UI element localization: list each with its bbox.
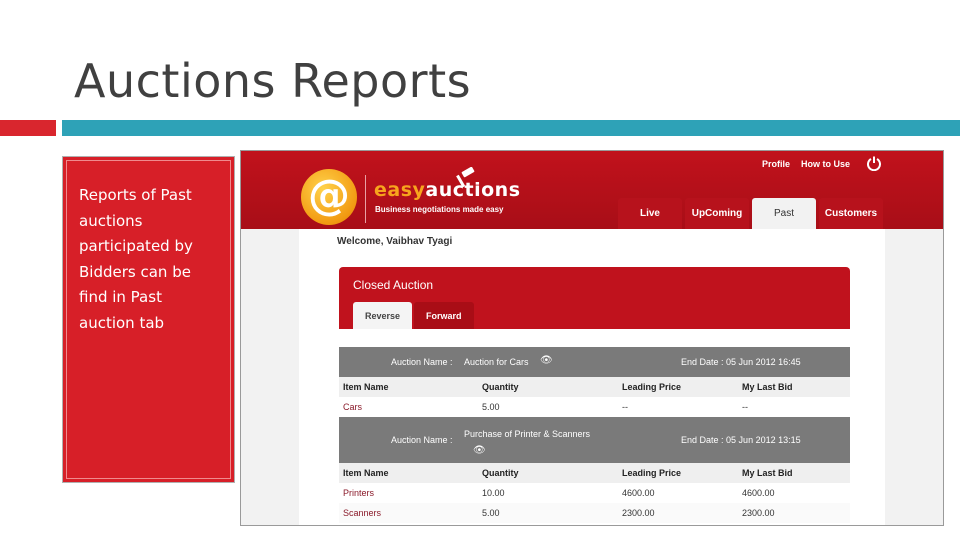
tab-reverse[interactable]: Reverse: [353, 302, 413, 329]
sub-tabs: Reverse Forward: [353, 302, 474, 329]
auction-header: Auction Name : Auction for Cars 👁 End Da…: [339, 347, 850, 377]
accent-bar-red: [0, 120, 56, 136]
column-header: My Last Bid: [742, 382, 793, 392]
at-sign-logo-icon[interactable]: @: [301, 169, 357, 225]
main-tabs: Live UpComing Past Customers: [618, 198, 883, 229]
tab-live[interactable]: Live: [618, 198, 682, 229]
welcome-text: Welcome, Vaibhav Tyagi: [337, 236, 453, 247]
brand-name: easyauctions: [374, 179, 521, 201]
quantity: 5.00: [482, 402, 500, 412]
end-date-value: 05 Jun 2012 16:45: [726, 357, 801, 367]
column-header: My Last Bid: [742, 468, 793, 478]
quantity: 5.00: [482, 508, 500, 518]
column-header: Item Name: [343, 468, 389, 478]
accent-bar-teal: [62, 120, 960, 136]
column-header: Item Name: [343, 382, 389, 392]
column-header: Leading Price: [622, 468, 682, 478]
column-header: Quantity: [482, 468, 519, 478]
slide-title: Auctions Reports: [74, 54, 472, 108]
end-date-label: End Date :: [681, 357, 724, 367]
end-date: End Date : 05 Jun 2012 13:15: [681, 435, 801, 445]
auction-name: Purchase of Printer & Scanners: [464, 429, 591, 439]
my-last-bid: --: [742, 402, 748, 412]
app-header: @ easyauctions Business negotiations mad…: [241, 151, 943, 229]
auction-header: Auction Name : Purchase of Printer & Sca…: [339, 417, 850, 463]
profile-link[interactable]: Profile: [762, 159, 790, 169]
my-last-bid: 4600.00: [742, 488, 775, 498]
end-date: End Date : 05 Jun 2012 16:45: [681, 357, 801, 367]
table-header-row: Item Name Quantity Leading Price My Last…: [339, 463, 850, 483]
my-last-bid: 2300.00: [742, 508, 775, 518]
eye-icon[interactable]: 👁: [473, 445, 486, 456]
item-name[interactable]: Scanners: [343, 508, 381, 518]
tab-past[interactable]: Past: [752, 198, 816, 229]
end-date-label: End Date :: [681, 435, 724, 445]
leading-price: --: [622, 402, 628, 412]
brand-part1: easy: [374, 179, 426, 201]
app-screenshot: @ easyauctions Business negotiations mad…: [240, 150, 944, 526]
how-to-use-link[interactable]: How to Use: [801, 159, 850, 169]
table-row: Scanners 5.00 2300.00 2300.00: [339, 503, 850, 523]
table-row: Printers 10.00 4600.00 4600.00: [339, 483, 850, 503]
tab-customers[interactable]: Customers: [819, 198, 883, 229]
tab-upcoming[interactable]: UpComing: [685, 198, 749, 229]
auction-name-label: Auction Name :: [391, 435, 453, 445]
note-box: Reports of Past auctions participated by…: [62, 156, 235, 483]
table-row: Cars 5.00 -- --: [339, 397, 850, 417]
power-icon[interactable]: [866, 155, 882, 171]
leading-price: 2300.00: [622, 508, 655, 518]
leading-price: 4600.00: [622, 488, 655, 498]
column-header: Leading Price: [622, 382, 682, 392]
logo-divider: [365, 175, 366, 223]
note-inner: Reports of Past auctions participated by…: [66, 160, 231, 479]
closed-auction-panel: Closed Auction Reverse Forward Auction N…: [339, 267, 850, 525]
tab-forward[interactable]: Forward: [414, 302, 474, 329]
end-date-value: 05 Jun 2012 13:15: [726, 435, 801, 445]
brand-tagline: Business negotiations made easy: [375, 205, 504, 214]
gavel-icon: [456, 167, 475, 188]
table-header-row: Item Name Quantity Leading Price My Last…: [339, 377, 850, 397]
panel-title: Closed Auction: [353, 278, 434, 292]
column-header: Quantity: [482, 382, 519, 392]
auction-name: Auction for Cars: [464, 357, 529, 367]
panel-header: Closed Auction Reverse Forward: [339, 267, 850, 329]
item-name[interactable]: Cars: [343, 402, 362, 412]
note-text: Reports of Past auctions participated by…: [79, 186, 193, 332]
eye-icon[interactable]: 👁: [540, 355, 553, 366]
quantity: 10.00: [482, 488, 505, 498]
auction-name-label: Auction Name :: [391, 357, 453, 367]
content-area: Welcome, Vaibhav Tyagi Closed Auction Re…: [299, 229, 885, 525]
item-name[interactable]: Printers: [343, 488, 374, 498]
